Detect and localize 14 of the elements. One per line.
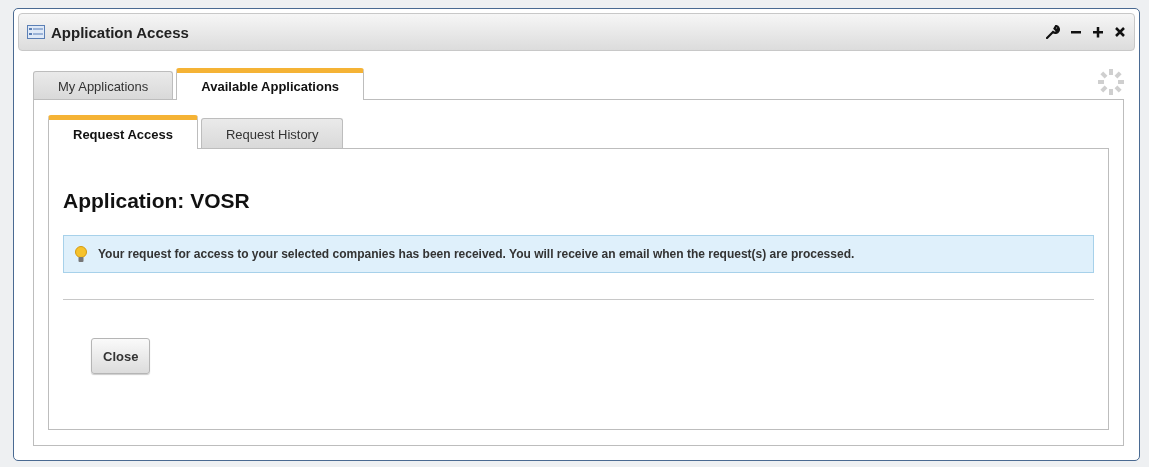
tab[interactable]: My Applications bbox=[33, 71, 174, 99]
lightbulb-icon bbox=[74, 245, 88, 263]
settings-icon[interactable] bbox=[1046, 25, 1060, 39]
window-title: Application Access bbox=[51, 23, 190, 41]
maximize-icon[interactable] bbox=[1092, 25, 1104, 39]
window-icon bbox=[27, 25, 45, 39]
close-button[interactable]: Close bbox=[91, 338, 151, 374]
tab[interactable]: Available Applications bbox=[176, 68, 365, 100]
close-icon[interactable] bbox=[1114, 25, 1126, 39]
notice-text: Your request for access to your selected companies has been received. You will receive an email when the request(s) are processed. bbox=[98, 247, 855, 261]
tab[interactable]: Request Access bbox=[48, 115, 198, 149]
loading-spinner-icon bbox=[1096, 67, 1126, 97]
page-heading: Application: VOSR bbox=[63, 189, 251, 213]
tab[interactable]: Request History bbox=[200, 118, 344, 148]
